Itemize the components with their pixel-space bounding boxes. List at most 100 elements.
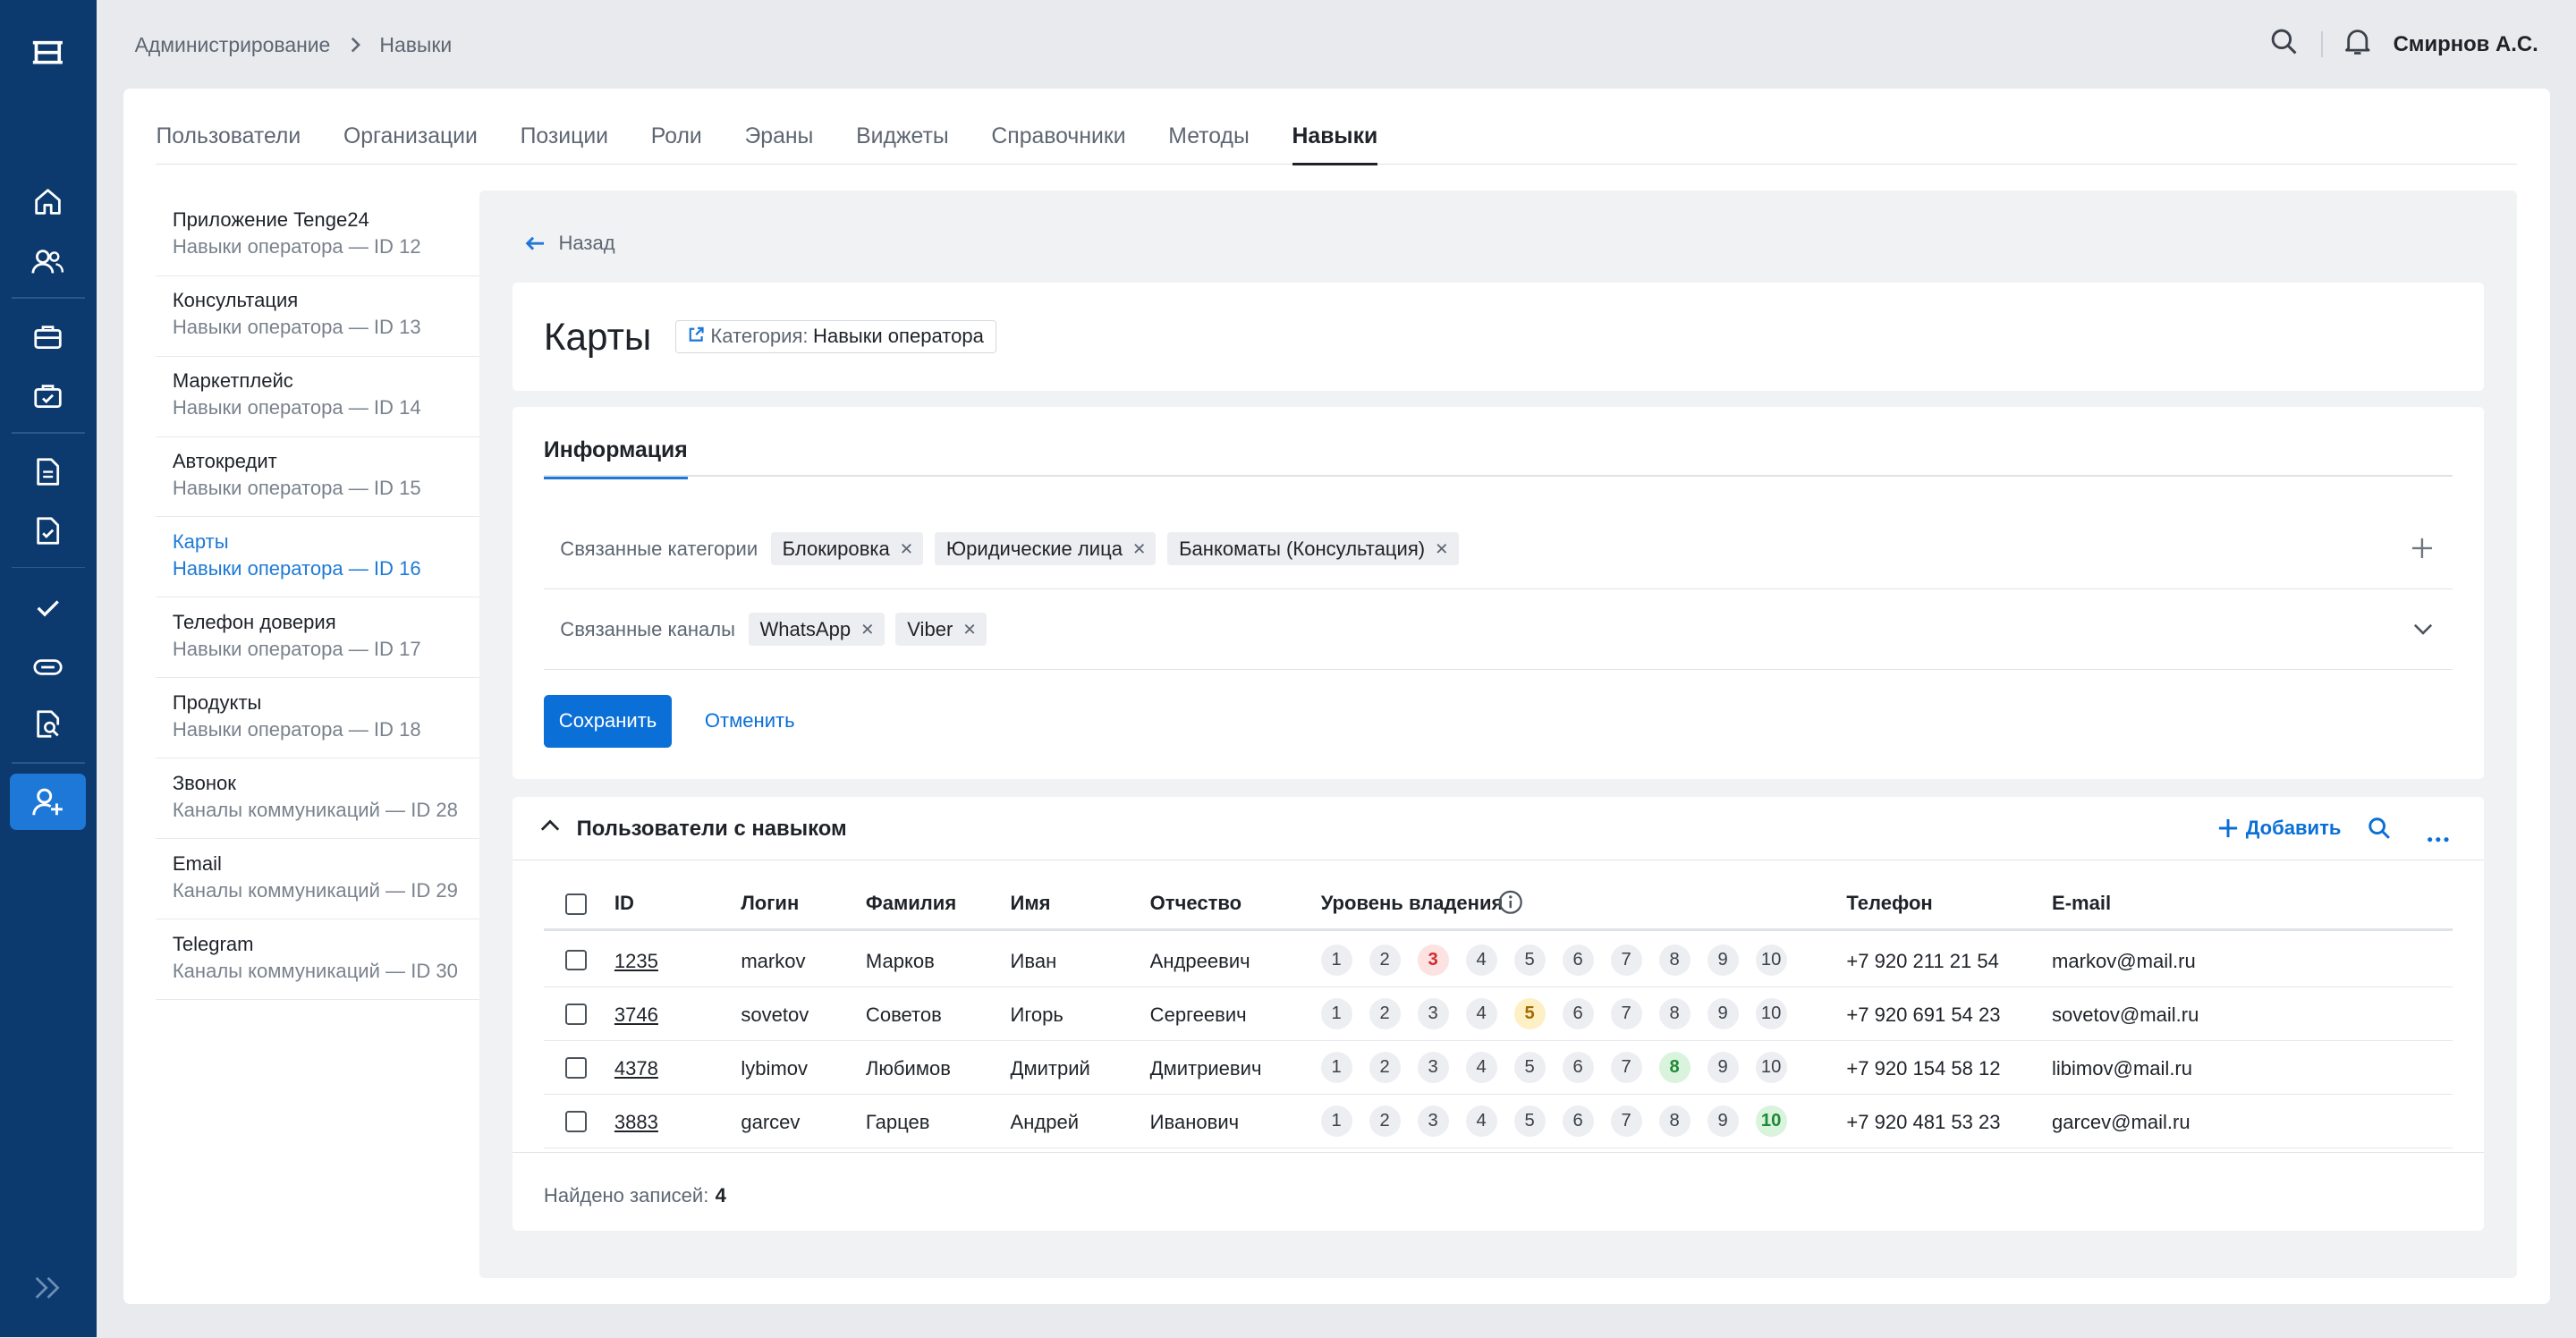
level-badge[interactable]: 4 bbox=[1465, 1105, 1497, 1138]
level-badge[interactable]: 9 bbox=[1707, 998, 1739, 1030]
close-icon[interactable]: ✕ bbox=[900, 539, 913, 559]
table-row[interactable]: 1235 markov Марков Иван Андреевич +7 920 211 … bbox=[543, 933, 2453, 987]
level-badge-selected[interactable]: 8 bbox=[1658, 1052, 1690, 1084]
row-checkbox[interactable] bbox=[564, 1110, 587, 1132]
add-user-button[interactable]: Добавить bbox=[2218, 817, 2341, 840]
bell-icon[interactable] bbox=[2345, 28, 2370, 61]
skill-item[interactable]: Телефон доверия Навыки оператора — ID 17 bbox=[156, 597, 480, 679]
cancel-button[interactable]: Отменить bbox=[705, 695, 795, 748]
close-icon[interactable]: ✕ bbox=[860, 620, 874, 639]
tab-roles[interactable]: Роли bbox=[651, 122, 702, 165]
tab-information[interactable]: Информация bbox=[543, 438, 688, 480]
level-badge[interactable]: 6 bbox=[1562, 1052, 1594, 1084]
table-row[interactable]: 3746 sovetov Советов Игорь Сергеевич +7 920 6… bbox=[543, 987, 2453, 1041]
tab-organizations[interactable]: Организации bbox=[343, 122, 478, 165]
level-badge[interactable]: 9 bbox=[1707, 1105, 1739, 1138]
tab-users[interactable]: Пользователи bbox=[156, 122, 301, 165]
user-id-link[interactable]: 4378 bbox=[614, 1057, 658, 1080]
level-badge-selected[interactable]: 3 bbox=[1417, 944, 1449, 976]
level-badge[interactable]: 9 bbox=[1707, 944, 1739, 976]
skill-item[interactable]: Автокредит Навыки оператора — ID 15 bbox=[156, 437, 480, 518]
back-link[interactable]: Назад bbox=[524, 232, 615, 255]
column-header[interactable]: Телефон bbox=[1846, 892, 1932, 915]
level-badge[interactable]: 5 bbox=[1513, 1105, 1546, 1138]
close-icon[interactable]: ✕ bbox=[1132, 539, 1146, 559]
level-badge[interactable]: 2 bbox=[1368, 1052, 1401, 1084]
skill-item[interactable]: Продукты Навыки оператора — ID 18 bbox=[156, 678, 480, 759]
breadcrumb-item[interactable]: Навыки bbox=[379, 33, 452, 57]
skill-item[interactable]: Консультация Навыки оператора — ID 13 bbox=[156, 276, 480, 357]
info-icon[interactable] bbox=[1498, 890, 1523, 920]
level-badge[interactable]: 1 bbox=[1320, 1052, 1352, 1084]
search-icon[interactable] bbox=[2368, 817, 2391, 845]
level-badge[interactable]: 6 bbox=[1562, 944, 1594, 976]
table-row[interactable]: 4378 lybimov Любимов Дмитрий Дмитриевич +7 92… bbox=[543, 1040, 2453, 1095]
search-icon[interactable] bbox=[2270, 28, 2298, 61]
level-badge[interactable]: 4 bbox=[1465, 944, 1497, 976]
level-badge[interactable]: 2 bbox=[1368, 998, 1401, 1030]
level-badge[interactable]: 3 bbox=[1417, 1105, 1449, 1138]
level-badge[interactable]: 8 bbox=[1658, 1105, 1690, 1138]
column-header[interactable]: Отчество bbox=[1150, 892, 1241, 915]
chevron-up-icon[interactable] bbox=[540, 817, 560, 842]
chevron-down-icon[interactable] bbox=[2413, 622, 2433, 636]
skill-item[interactable]: Приложение Tenge24 Навыки оператора — ID … bbox=[156, 196, 480, 276]
column-header[interactable]: ID bbox=[614, 892, 634, 915]
row-checkbox[interactable] bbox=[564, 1003, 587, 1025]
logo-icon[interactable] bbox=[31, 39, 64, 65]
skill-item-active[interactable]: Карты Навыки оператора — ID 16 bbox=[156, 517, 480, 598]
expand-icon[interactable] bbox=[28, 1268, 67, 1308]
document-search-icon[interactable] bbox=[28, 705, 67, 744]
close-icon[interactable]: ✕ bbox=[1435, 539, 1448, 559]
level-badge[interactable]: 7 bbox=[1610, 1052, 1642, 1084]
skill-item[interactable]: Email Каналы коммуникаций — ID 29 bbox=[156, 839, 480, 920]
level-badge[interactable]: 6 bbox=[1562, 1105, 1594, 1138]
user-id-link[interactable]: 3883 bbox=[614, 1111, 658, 1134]
related-categories-field[interactable]: Связанные категории Блокировка ✕ Юридичес… bbox=[543, 509, 2453, 590]
category-badge[interactable]: Категория: Навыки оператора bbox=[674, 320, 996, 353]
column-header[interactable]: Уровень владения bbox=[1321, 892, 1504, 915]
save-button[interactable]: Сохранить bbox=[543, 694, 673, 748]
skill-item[interactable]: Telegram Каналы коммуникаций — ID 30 bbox=[156, 919, 480, 1001]
column-header[interactable]: E-mail bbox=[2052, 892, 2111, 915]
level-badge[interactable]: 8 bbox=[1658, 998, 1690, 1030]
tab-screens[interactable]: Эраны bbox=[745, 122, 814, 165]
level-badge[interactable]: 7 bbox=[1610, 1105, 1642, 1138]
tab-widgets[interactable]: Виджеты bbox=[856, 122, 949, 165]
tab-methods[interactable]: Методы bbox=[1168, 122, 1249, 165]
row-checkbox[interactable] bbox=[564, 1056, 587, 1079]
briefcase-check-icon[interactable] bbox=[28, 377, 67, 416]
level-badge[interactable]: 9 bbox=[1707, 1052, 1739, 1084]
document-check-icon[interactable] bbox=[28, 511, 67, 550]
level-badge[interactable]: 4 bbox=[1465, 998, 1497, 1030]
breadcrumb-item[interactable]: Администрирование bbox=[135, 33, 331, 57]
users-icon[interactable] bbox=[28, 241, 67, 281]
column-header[interactable]: Логин bbox=[741, 892, 799, 915]
home-icon[interactable] bbox=[28, 182, 67, 222]
select-all-checkbox[interactable] bbox=[564, 893, 587, 916]
level-badge[interactable]: 10 bbox=[1755, 998, 1787, 1030]
level-badge[interactable]: 6 bbox=[1562, 998, 1594, 1030]
column-header[interactable]: Фамилия bbox=[866, 892, 956, 915]
more-icon[interactable] bbox=[2427, 825, 2450, 848]
check-icon[interactable] bbox=[28, 589, 67, 628]
level-badge[interactable]: 3 bbox=[1417, 998, 1449, 1030]
level-badge[interactable]: 2 bbox=[1368, 944, 1401, 976]
level-badge[interactable]: 5 bbox=[1513, 1052, 1546, 1084]
level-badge[interactable]: 4 bbox=[1465, 1052, 1497, 1084]
tab-directories[interactable]: Справочники bbox=[991, 122, 1125, 165]
user-add-icon[interactable] bbox=[28, 782, 67, 821]
level-badge-selected[interactable]: 5 bbox=[1513, 998, 1546, 1030]
level-badge[interactable]: 5 bbox=[1513, 944, 1546, 976]
level-badge[interactable]: 10 bbox=[1755, 944, 1787, 976]
row-checkbox[interactable] bbox=[564, 949, 587, 971]
level-badge-selected[interactable]: 10 bbox=[1755, 1105, 1787, 1138]
attachment-icon[interactable] bbox=[28, 648, 67, 687]
level-badge[interactable]: 1 bbox=[1320, 998, 1352, 1030]
plus-icon[interactable] bbox=[2411, 538, 2433, 559]
user-id-link[interactable]: 3746 bbox=[614, 1004, 658, 1027]
level-badge[interactable]: 10 bbox=[1755, 1052, 1787, 1084]
related-channels-field[interactable]: Связанные каналы WhatsApp ✕ Viber ✕ bbox=[543, 589, 2453, 671]
level-badge[interactable]: 7 bbox=[1610, 998, 1642, 1030]
level-badge[interactable]: 2 bbox=[1368, 1105, 1401, 1138]
